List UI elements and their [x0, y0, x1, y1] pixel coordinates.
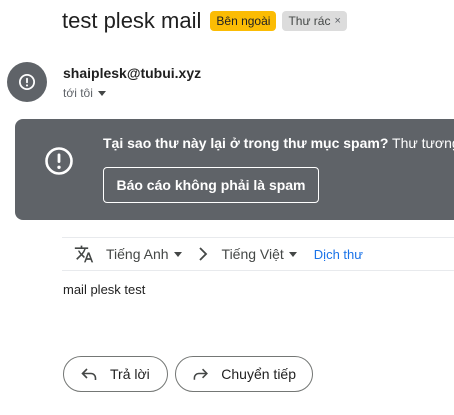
spam-label-badge: Thư rác × [282, 11, 347, 31]
message-body: mail plesk test [63, 282, 146, 297]
caret-down-icon [97, 90, 106, 96]
translate-icon [74, 245, 94, 263]
recipient-details-toggle[interactable]: tới tôi [63, 86, 106, 100]
source-language-label: Tiếng Anh [106, 246, 169, 262]
caret-down-icon [173, 251, 182, 257]
reply-label: Trả lời [110, 366, 150, 382]
spam-label-text: Thư rác [288, 14, 331, 28]
remove-spam-label-button[interactable]: × [334, 13, 340, 29]
forward-label: Chuyển tiếp [221, 366, 296, 382]
translate-bar: Tiếng Anh Tiếng Việt Dịch thư [62, 237, 454, 271]
spam-warning-banner: Tại sao thư này lại ở trong thư mục spam… [15, 119, 454, 220]
source-language-select[interactable]: Tiếng Anh [106, 246, 182, 262]
caret-down-icon [288, 251, 297, 257]
forward-arrow-icon [193, 368, 208, 380]
reply-button[interactable]: Trả lời [63, 356, 168, 392]
report-not-spam-button[interactable]: Báo cáo không phải là spam [103, 167, 319, 203]
reply-arrow-icon [81, 368, 97, 380]
spam-question: Tại sao thư này lại ở trong thư mục spam… [103, 135, 389, 151]
spam-explanation: Tại sao thư này lại ở trong thư mục spam… [103, 135, 454, 151]
external-label-badge: Bên ngoài [210, 11, 277, 31]
target-language-select[interactable]: Tiếng Việt [222, 246, 297, 262]
recipient-text: tới tôi [63, 86, 93, 100]
email-subject: test plesk mail [62, 8, 202, 33]
sender-avatar[interactable] [7, 62, 47, 102]
subject-row: test plesk mail Bên ngoài Thư rác × [62, 8, 347, 34]
target-language-label: Tiếng Việt [221, 246, 284, 262]
spam-explanation-text: Thư tương [392, 135, 454, 151]
sender-email[interactable]: shaiplesk@tubui.xyz [63, 65, 201, 81]
warning-icon [45, 147, 73, 175]
forward-button[interactable]: Chuyển tiếp [175, 356, 313, 392]
translate-message-link[interactable]: Dịch thư [314, 247, 363, 262]
chevron-right-icon [198, 247, 207, 261]
exclamation-circle-icon [18, 73, 36, 91]
